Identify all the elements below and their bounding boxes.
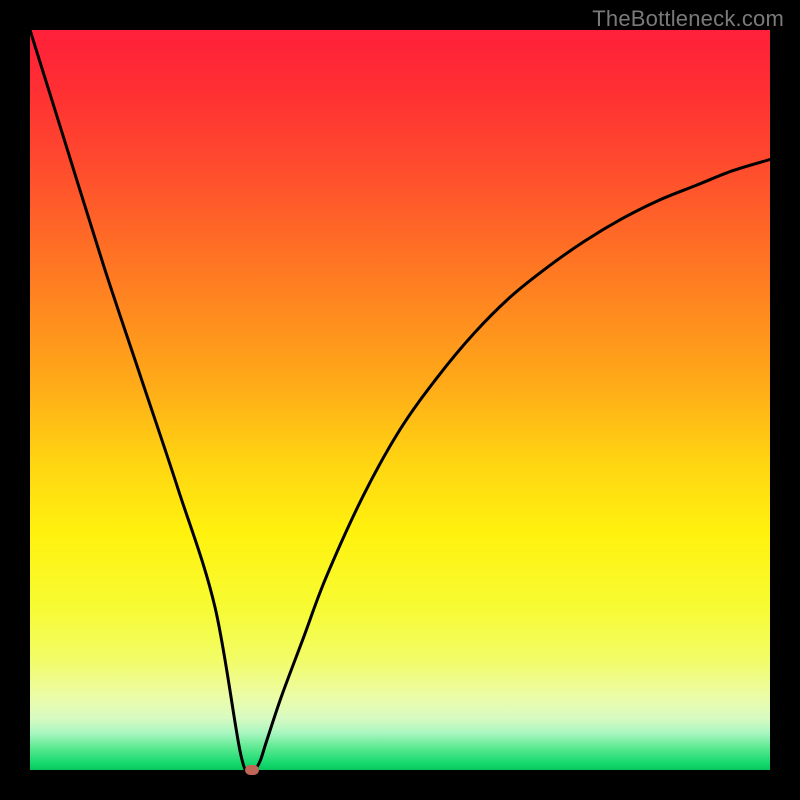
minimum-marker — [245, 765, 259, 775]
plot-area — [30, 30, 770, 770]
bottleneck-curve — [30, 30, 770, 770]
watermark-text: TheBottleneck.com — [592, 6, 784, 32]
chart-frame: TheBottleneck.com — [0, 0, 800, 800]
